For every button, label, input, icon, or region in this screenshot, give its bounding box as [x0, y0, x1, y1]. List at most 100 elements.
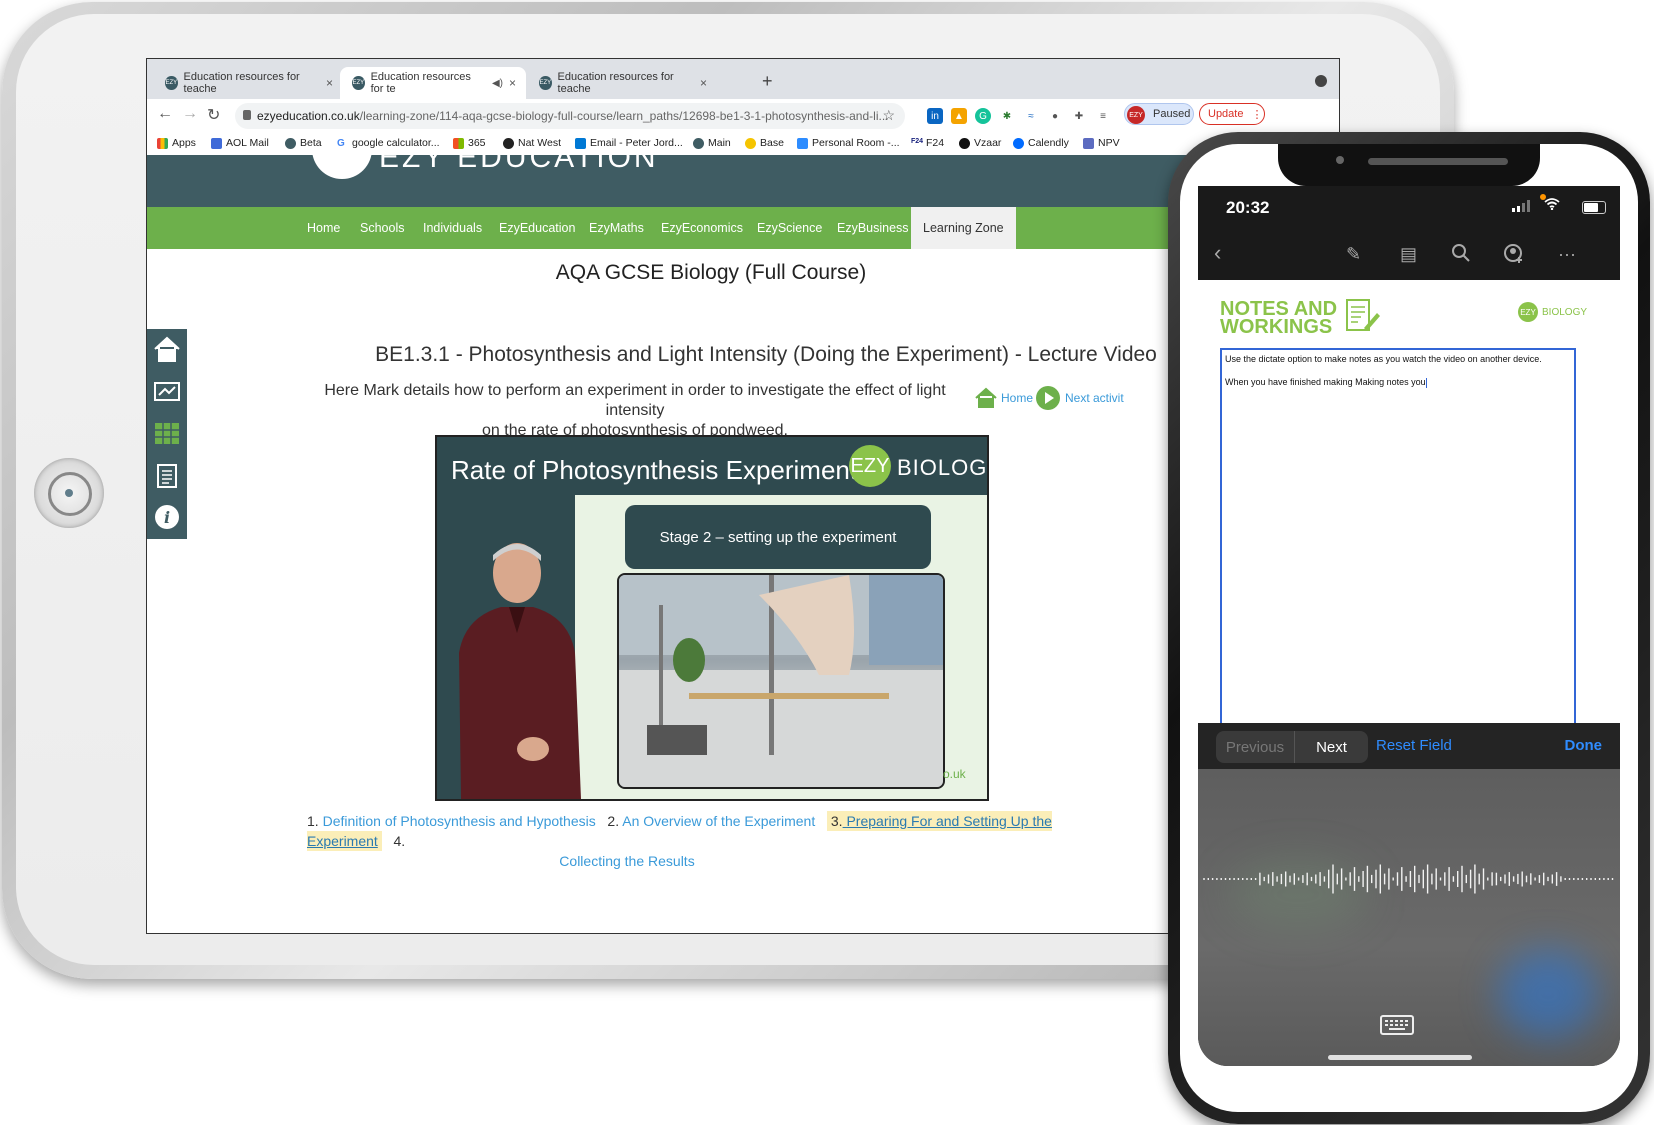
nav-ezymaths[interactable]: EzyMaths: [589, 207, 644, 249]
bug-extension-icon[interactable]: ✱: [999, 108, 1015, 124]
tablet-home-button[interactable]: [34, 458, 104, 528]
google-icon: G: [337, 137, 348, 149]
status-time: 20:32: [1226, 198, 1270, 217]
bookmark-f24[interactable]: F24 F24: [911, 137, 944, 149]
bookmark-calendly[interactable]: Calendly: [1013, 137, 1069, 149]
search-icon[interactable]: [1452, 244, 1470, 267]
new-tab-button[interactable]: +: [762, 71, 773, 92]
nav-ezyeducation[interactable]: EzyEducation: [499, 207, 575, 249]
browser-tab[interactable]: EZY Education resources for teache ×: [153, 67, 343, 99]
grammarly-extension-icon[interactable]: G: [975, 108, 991, 124]
bookmark-beta[interactable]: Beta: [285, 137, 322, 149]
media-control-icon[interactable]: ≡: [1095, 108, 1111, 124]
document-view-icon[interactable]: ▤: [1400, 244, 1417, 265]
browser-tab-active[interactable]: EZY Education resources for te ◀) ×: [340, 67, 526, 99]
ezy-favicon-icon: EZY: [352, 76, 365, 90]
forward-arrow-icon[interactable]: →: [182, 105, 198, 123]
profile-paused-button[interactable]: EZY Paused: [1124, 103, 1194, 125]
bookmark-npv[interactable]: NPV: [1083, 137, 1120, 149]
speaker-icon[interactable]: ◀): [492, 78, 503, 89]
video-icon[interactable]: [153, 377, 181, 405]
notes-text-field[interactable]: Use the dictate option to make notes as …: [1220, 348, 1576, 728]
step-link-2[interactable]: An Overview of the Experiment: [622, 813, 815, 829]
reload-icon[interactable]: ↻: [207, 105, 220, 125]
address-bar[interactable]: ezyeducation.co.uk/learning-zone/114-aqa…: [235, 103, 905, 129]
bookmark-vzaar[interactable]: Vzaar: [959, 137, 1001, 149]
nav-ezyeconomics[interactable]: EzyEconomics: [661, 207, 743, 249]
phone-notch: [1278, 144, 1540, 186]
nav-ezybusiness[interactable]: EzyBusiness: [837, 207, 909, 249]
done-button[interactable]: Done: [1565, 737, 1603, 754]
presenter-figure: [441, 533, 591, 799]
front-camera: [1336, 156, 1344, 164]
waveform-extension-icon[interactable]: ≈: [1023, 108, 1039, 124]
url-domain: ezyeducation.co.uk: [257, 109, 360, 123]
lock-icon: [243, 110, 251, 120]
chart-extension-icon[interactable]: ▲: [951, 108, 967, 124]
nav-ezyscience[interactable]: EzyScience: [757, 207, 822, 249]
form-field-toolbar: Previous Next Reset Field Done: [1198, 723, 1620, 769]
update-button[interactable]: Update ⋮: [1199, 103, 1265, 125]
bookmark-email[interactable]: Email - Peter Jord...: [575, 137, 683, 149]
next-field-button[interactable]: Next: [1295, 731, 1368, 763]
notepad-pencil-icon: [1344, 298, 1380, 334]
bookmark-star-icon[interactable]: ☆: [882, 107, 895, 124]
page-home-link[interactable]: Home: [975, 387, 1033, 409]
bookmark-google-calculator[interactable]: Ggoogle calculator...: [337, 137, 440, 149]
bookmark-label: Apps: [172, 137, 196, 149]
linkedin-extension-icon[interactable]: in: [927, 108, 943, 124]
step-link-1[interactable]: Definition of Photosynthesis and Hypothe…: [323, 813, 596, 829]
bookmark-aol-mail[interactable]: AOL Mail: [211, 137, 269, 149]
fill-sign-icon[interactable]: ✎: [1346, 244, 1361, 265]
site-header: EZY EDUCATION: [147, 155, 1339, 207]
browser-tab[interactable]: EZY Education resources for teache ×: [527, 67, 717, 99]
bookmark-personal-room[interactable]: Personal Room -...: [797, 137, 900, 149]
pdf-app-toolbar: ‹ ✎ ▤ ···: [1198, 230, 1620, 280]
apps-grid-icon: [157, 137, 168, 149]
home-button-dot: [65, 489, 73, 497]
site-logo-text[interactable]: EZY EDUCATION: [379, 155, 659, 175]
nav-individuals[interactable]: Individuals: [423, 207, 482, 249]
bookmark-365[interactable]: 365: [453, 137, 486, 149]
kebab-menu-icon: ⋮: [1251, 108, 1263, 121]
bookmark-label: google calculator...: [352, 137, 440, 149]
more-options-icon[interactable]: ···: [1558, 244, 1576, 265]
info-icon[interactable]: i: [153, 503, 181, 531]
tab-title: Education resources for teache: [183, 71, 300, 95]
bookmark-nat-west[interactable]: Nat West: [503, 137, 561, 149]
ezy-favicon-icon: EZY: [165, 76, 178, 90]
tab-title: Education resources for teache: [557, 71, 674, 95]
home-indicator[interactable]: [1328, 1055, 1472, 1060]
bookmark-label: NPV: [1098, 137, 1120, 149]
microphone-extension-icon[interactable]: ●: [1047, 108, 1063, 124]
tab-search-icon[interactable]: [1315, 75, 1327, 87]
back-chevron-icon[interactable]: ‹: [1214, 240, 1221, 266]
text-caret: [1425, 377, 1427, 388]
clipboard-icon[interactable]: [153, 461, 181, 489]
puzzle-extensions-icon[interactable]: ✚: [1071, 108, 1087, 124]
close-tab-icon[interactable]: ×: [326, 76, 333, 90]
step-link-4[interactable]: Collecting the Results: [307, 851, 907, 871]
earpiece-speaker: [1368, 158, 1508, 165]
bookmark-label: Main: [708, 137, 731, 149]
nav-schools[interactable]: Schools: [360, 207, 404, 249]
close-tab-icon[interactable]: ×: [509, 76, 516, 90]
lecture-video-player[interactable]: Rate of Photosynthesis Experiment EZY BI…: [435, 435, 989, 801]
bookmark-base[interactable]: Base: [745, 137, 784, 149]
site-logo-circle[interactable]: [312, 155, 372, 179]
bookmark-main[interactable]: Main: [693, 137, 731, 149]
bookmark-label: Nat West: [518, 137, 561, 149]
bookmark-apps[interactable]: Apps: [157, 137, 196, 149]
previous-field-button[interactable]: Previous: [1216, 731, 1295, 763]
spreadsheet-icon[interactable]: [153, 419, 181, 447]
reset-field-button[interactable]: Reset Field: [1376, 737, 1452, 754]
share-user-icon[interactable]: [1504, 244, 1524, 269]
nav-learning-zone[interactable]: Learning Zone: [911, 207, 1016, 249]
notes-title: NOTES AND WORKINGS: [1220, 299, 1337, 337]
close-tab-icon[interactable]: ×: [700, 76, 707, 90]
keyboard-icon[interactable]: [1380, 1015, 1414, 1035]
note-line-2: When you have finished making Making not…: [1225, 377, 1426, 387]
back-arrow-icon[interactable]: ←: [157, 105, 173, 123]
nav-home[interactable]: Home: [307, 207, 340, 249]
next-activity-link[interactable]: Next activit: [1035, 385, 1124, 411]
